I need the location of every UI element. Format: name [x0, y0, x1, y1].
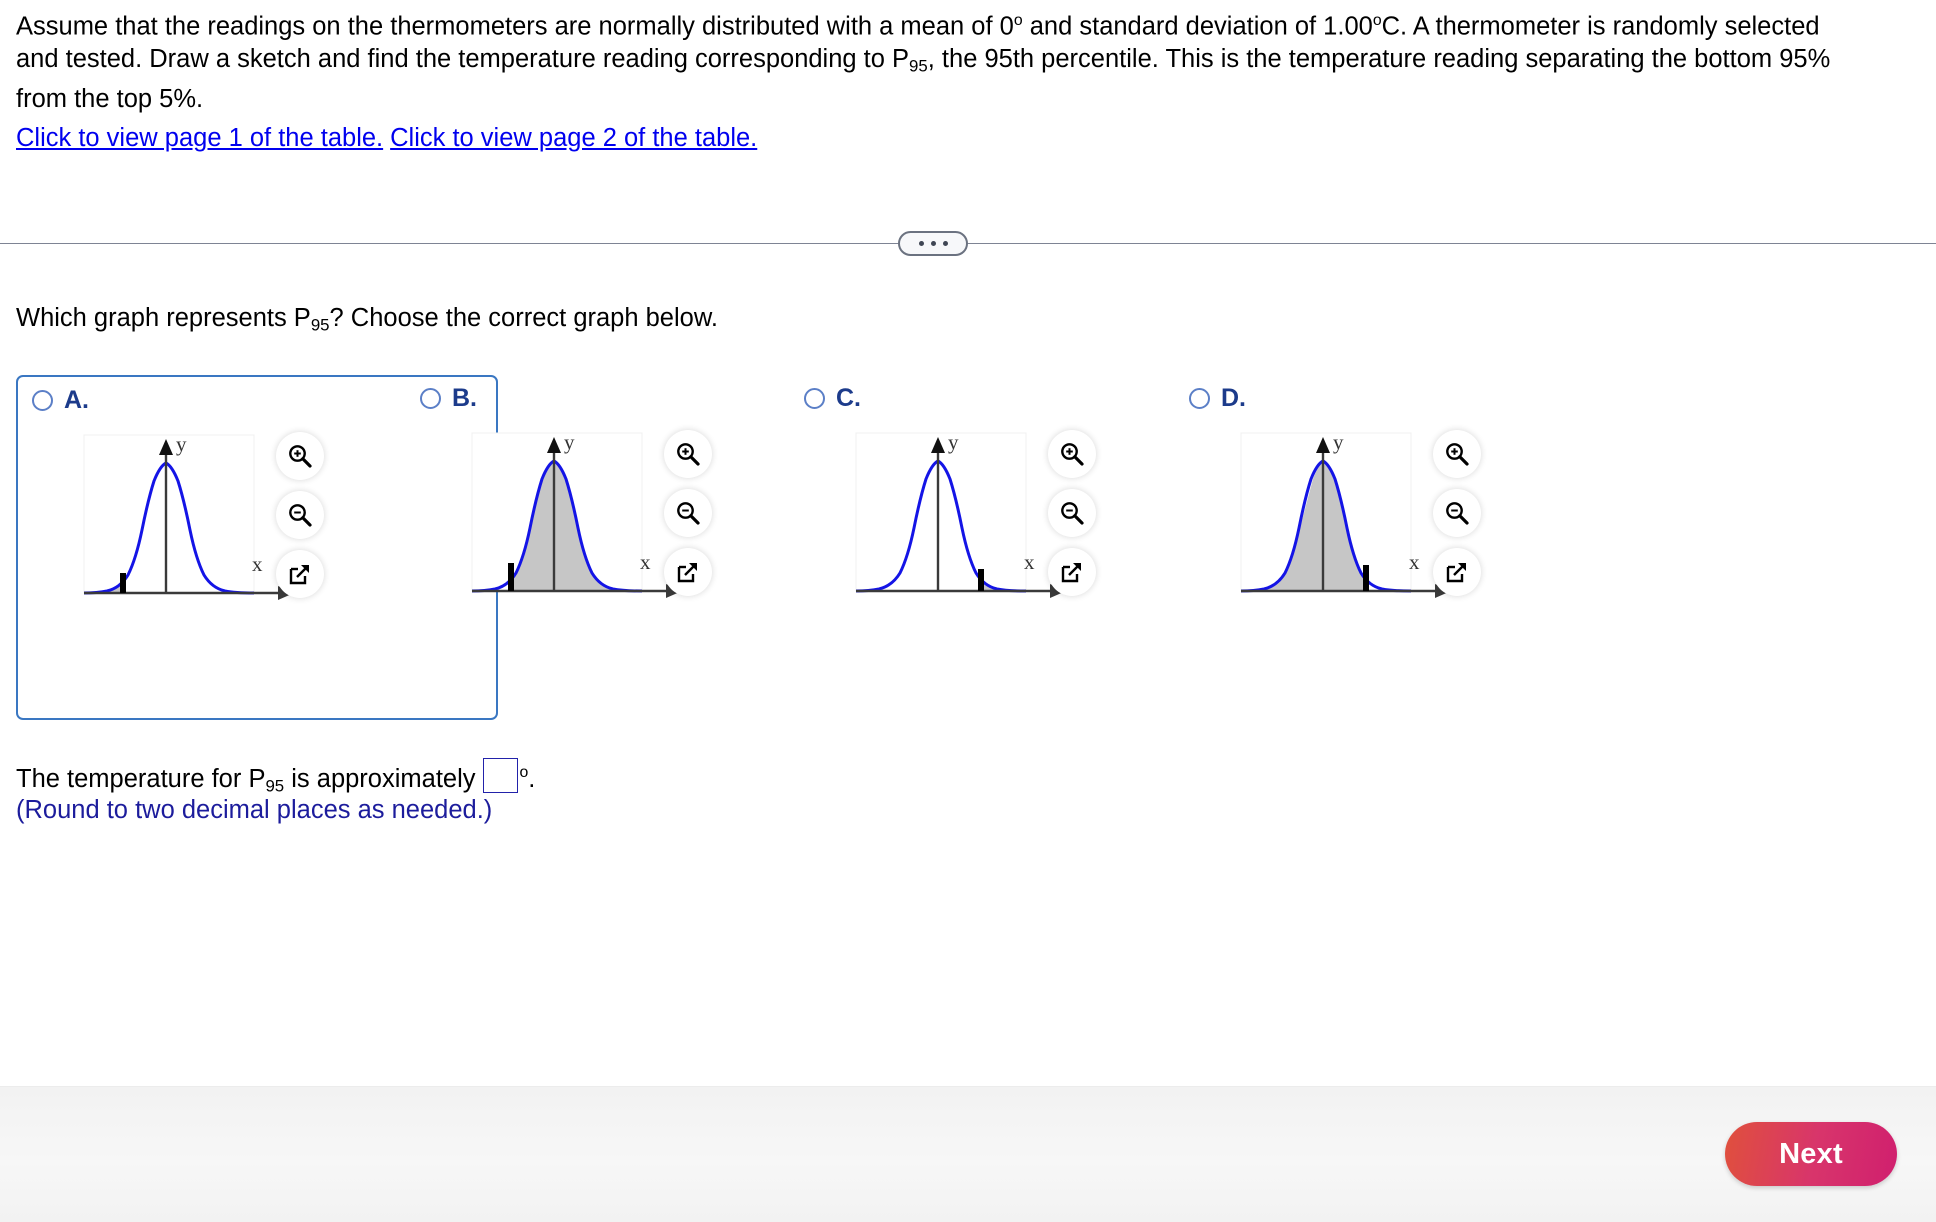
choice-c-x-label: x — [1024, 550, 1035, 574]
choice-b-y-label: y — [564, 430, 575, 454]
dot-icon — [930, 241, 936, 246]
zoom-in-icon[interactable] — [276, 432, 324, 480]
zoom-in-icon[interactable] — [1433, 430, 1481, 478]
radio-button-b[interactable] — [420, 388, 441, 409]
dot-icon — [942, 241, 948, 246]
section-divider — [0, 231, 1936, 257]
radio-button-d[interactable] — [1189, 388, 1210, 409]
choice-option-d[interactable]: D. y x — [1175, 375, 1657, 720]
degree-icon: o — [519, 764, 529, 781]
choice-a-letter: A. — [64, 386, 89, 414]
problem-line-1: Assume that the readings on the thermome… — [16, 4, 1906, 43]
table-links: Click to view page 1 of the table. Click … — [16, 123, 757, 153]
zoom-in-icon[interactable] — [664, 430, 712, 478]
problem-statement: Assume that the readings on the thermome… — [16, 4, 1906, 116]
question-prompt-subscript: 95 — [310, 315, 330, 335]
radio-button-a[interactable] — [32, 390, 53, 411]
exercise-page: Assume that the readings on the thermome… — [0, 0, 1936, 1222]
rounding-instruction: (Round to two decimal places as needed.) — [16, 796, 493, 824]
choice-c-letter: C. — [836, 384, 861, 412]
choice-c-tools — [1048, 430, 1096, 596]
question-prompt-text-b: ? Choose the correct graph below. — [329, 304, 718, 332]
answer-input[interactable] — [482, 757, 518, 793]
degree-icon: o — [1372, 12, 1382, 29]
degree-icon: o — [1013, 12, 1023, 29]
choice-c-y-label: y — [948, 430, 959, 454]
question-prompt-text-a: Which graph represents P — [16, 304, 311, 332]
answer-text-a: The temperature for P — [16, 764, 266, 793]
answer-text-b: is approximately — [284, 764, 476, 793]
problem-line-2-subscript: 95 — [909, 57, 928, 77]
choice-a-header[interactable]: A. — [32, 388, 89, 413]
choice-d-x-label: x — [1409, 550, 1420, 574]
footer-bar — [0, 1086, 1936, 1222]
problem-line-2-text-c: , the 95th percentile. This is the tempe… — [927, 45, 1831, 74]
zoom-out-icon[interactable] — [1433, 489, 1481, 537]
answer-period: . — [528, 764, 536, 793]
choice-d-header[interactable]: D. — [1189, 386, 1246, 411]
next-button-label: Next — [1779, 1137, 1843, 1170]
dot-icon — [918, 241, 924, 246]
choice-c-header[interactable]: C. — [804, 386, 861, 411]
problem-line-1-text-b: and standard deviation of 1.00 — [1022, 12, 1373, 41]
choice-b-tools — [664, 430, 712, 596]
zoom-out-icon[interactable] — [664, 489, 712, 537]
choice-b-header[interactable]: B. — [420, 386, 477, 411]
question-prompt: Which graph represents P95? Choose the c… — [16, 302, 718, 342]
choice-d-tools — [1433, 430, 1481, 596]
zoom-in-icon[interactable] — [1048, 430, 1096, 478]
choice-a-x-label: x — [252, 552, 263, 576]
zoom-out-icon[interactable] — [276, 491, 324, 539]
pop-out-icon[interactable] — [664, 548, 712, 596]
problem-line-2: and tested. Draw a sketch and find the t… — [16, 43, 1906, 83]
choice-a-tools — [276, 432, 324, 598]
problem-line-1-text-a: Assume that the readings on the thermome… — [16, 12, 1014, 41]
pop-out-icon[interactable] — [1433, 548, 1481, 596]
radio-button-c[interactable] — [804, 388, 825, 409]
choice-a-y-label: y — [176, 432, 187, 456]
more-options-ellipsis-button[interactable] — [898, 231, 968, 256]
zoom-out-icon[interactable] — [1048, 489, 1096, 537]
next-button[interactable]: Next — [1725, 1122, 1897, 1186]
choice-b-x-label: x — [640, 550, 651, 574]
choice-d-letter: D. — [1221, 384, 1246, 412]
pop-out-icon[interactable] — [1048, 548, 1096, 596]
pop-out-icon[interactable] — [276, 550, 324, 598]
problem-line-2-text-a: and tested. Draw a sketch and find the t… — [16, 45, 910, 74]
choice-d-y-label: y — [1333, 430, 1344, 454]
answer-choices: A. y x B. y x C. y x D. y x — [0, 375, 1936, 720]
link-view-page-1[interactable]: Click to view page 1 of the table. — [16, 124, 383, 152]
problem-line-3: from the top 5%. — [16, 85, 204, 114]
choice-b-letter: B. — [452, 384, 477, 412]
problem-line-1-text-c: C. A thermometer is randomly selected — [1381, 12, 1820, 41]
link-view-page-2[interactable]: Click to view page 2 of the table. — [390, 124, 757, 152]
divider-line — [0, 243, 1936, 244]
